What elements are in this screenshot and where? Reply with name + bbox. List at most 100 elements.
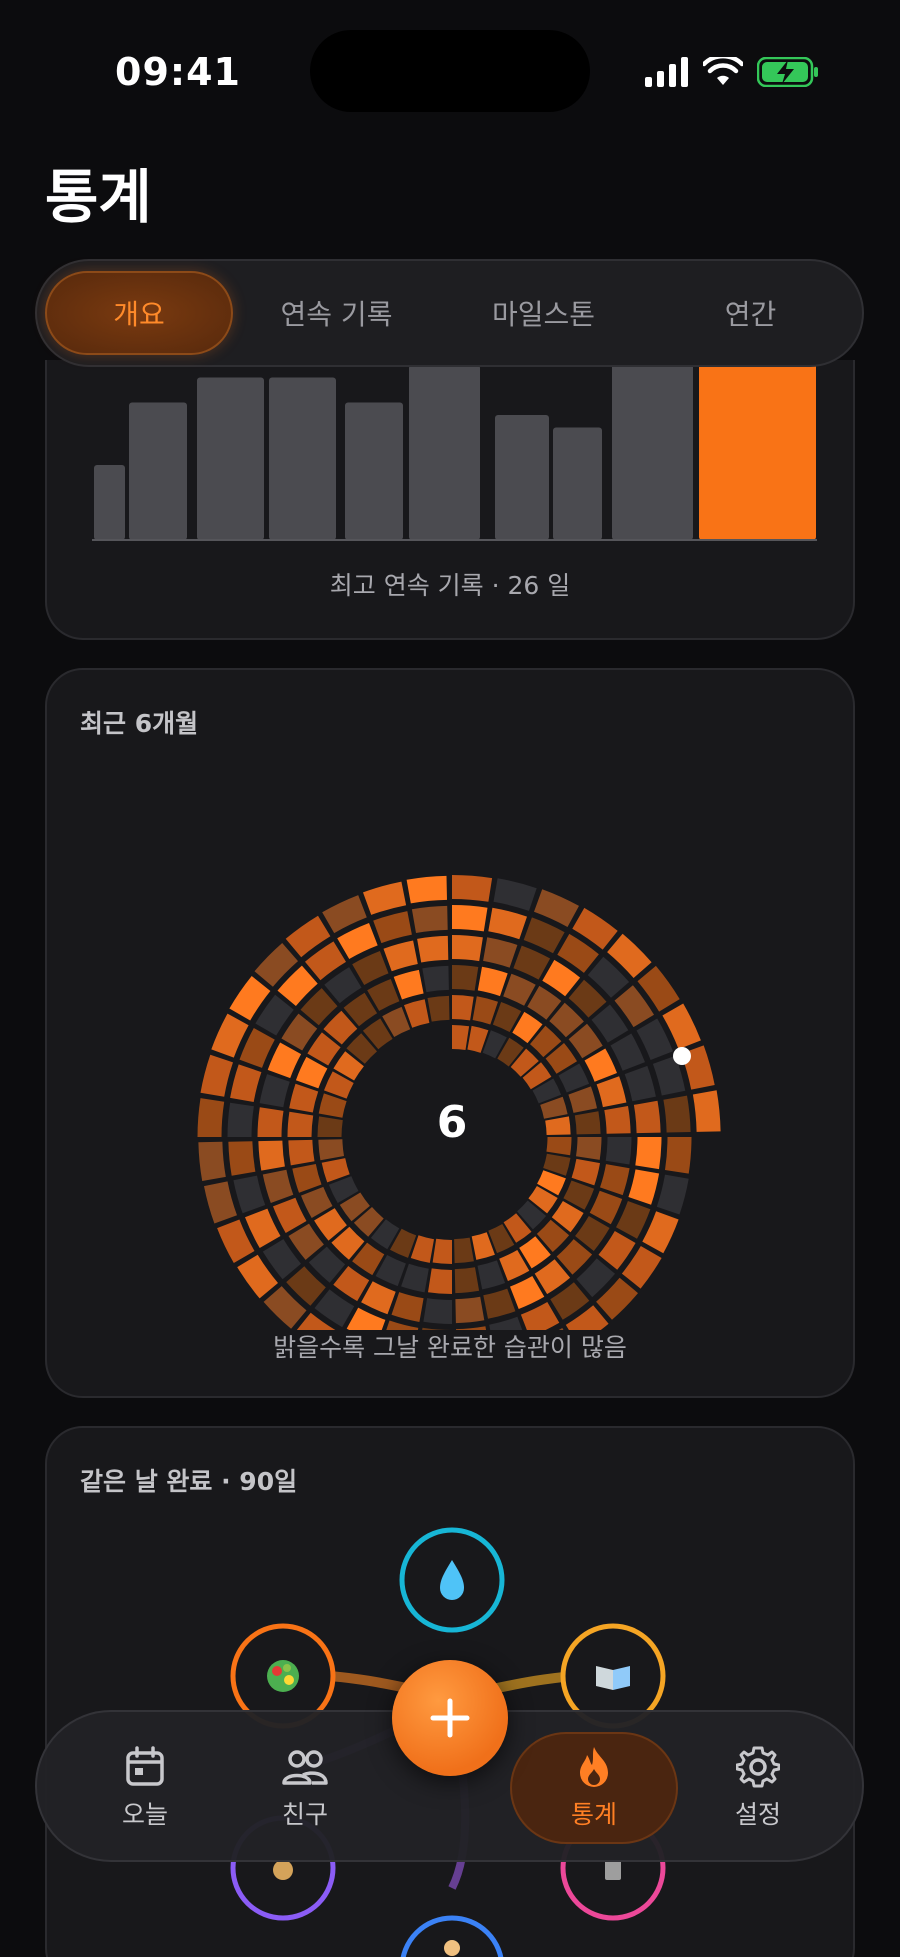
heatmap-day-cell [477,1260,506,1290]
heatmap-day-cell [427,995,450,1022]
heatmap-day-cell [589,1190,623,1225]
heatmap-day-cell [361,1281,396,1315]
streak-bar [612,360,693,540]
heatmap-day-cell [642,1211,679,1254]
heatmap-day-cell [452,935,483,962]
heatmap-day-cell [477,966,508,997]
heatmap-day-cell [452,964,479,991]
heatmap-day-cell [373,911,412,944]
heatmap-day-cell [574,1111,601,1135]
nav-stats[interactable]: 통계 [510,1732,678,1844]
heatmap-day-cell [245,1208,281,1248]
heatmap-day-cell [352,951,389,985]
heatmap-day-cell [571,1158,600,1186]
friends-icon [282,1750,328,1785]
heatmap-day-cell [545,1116,571,1135]
nav-settings-label: 설정 [734,1800,781,1829]
streak-bar [699,360,816,540]
heatmap-day-cell [452,904,488,932]
streak-bar [197,377,264,540]
heatmap-day-cell [546,1137,572,1156]
heatmap-day-cell [656,1174,689,1215]
tab-overview[interactable]: 개요 [45,271,233,355]
heatmap-day-cell [197,1098,225,1137]
streak-bar [409,365,480,540]
heatmap-day-cell [596,1076,627,1108]
heatmap-day-cell [258,1140,285,1171]
heatmap-title: 최근 6개월 [80,709,199,738]
calendar-icon [126,1746,164,1786]
heatmap-day-cell [239,1028,275,1068]
heatmap-day-cell [624,1065,656,1102]
wifi-icon [703,57,743,85]
heatmap-legend-text: 밝을수록 그날 완료한 습관이 많음 [273,1333,627,1362]
heatmap-day-cell [568,1086,597,1113]
heatmap-day-cell [288,1139,315,1166]
heatmap-day-cell [692,1090,721,1132]
heatmap-day-cell [616,1201,651,1239]
heatmap-day-cell [289,1083,319,1113]
heatmap-day-cell [488,907,527,940]
heatmap-day-cell [452,875,493,902]
nav-settings[interactable]: 설정 [683,1732,833,1844]
signal-icon [645,57,688,87]
meditation-icon [273,1860,293,1880]
heatmap-day-cell [411,905,448,933]
heatmap-day-cell [200,1054,233,1097]
gear-icon [736,1746,780,1788]
nav-friends[interactable]: 친구 [230,1732,380,1844]
heatmap-day-cell [454,1237,474,1264]
heatmap-card: 최근 6개월 6 밝을수록 그날 완료한 습관이 많음 [45,668,855,1398]
heatmap-day-cell [523,917,565,954]
streak-bar [269,377,336,540]
running-icon [444,1940,460,1956]
notebook-icon [605,1860,621,1880]
tab-milestones[interactable]: 마일스톤 [440,271,647,355]
heatmap-day-cell [452,995,474,1021]
flame-icon [580,1747,608,1787]
nav-today[interactable]: 오늘 [70,1732,220,1844]
habit-node-water[interactable] [399,1527,505,1633]
heatmap-day-cell [401,1263,429,1293]
heatmap-day-cell [576,1137,602,1160]
heatmap-day-cell [665,1137,692,1174]
best-streak-text: 최고 연속 기록 · 26 일 [329,571,571,600]
habit-node-running[interactable] [400,1915,504,1957]
heatmap-day-cell [633,1100,661,1134]
heatmap-day-cell [204,1181,237,1224]
add-habit-button[interactable] [392,1660,508,1776]
heatmap-day-cell [635,1137,662,1170]
heatmap-day-cell [483,1288,516,1319]
heatmap-day-cell [267,1042,302,1079]
streak-bar [553,427,602,540]
heatmap-day-cell [605,1137,632,1165]
heatmap-day-cell [383,940,418,972]
heatmap-day-cell [452,1025,470,1050]
streak-bar [495,415,549,540]
heatmap-day-cell [230,1064,262,1102]
status-time: 09:41 [115,50,241,94]
heatmap-day-cell [337,923,378,959]
stats-tab-bar: 개요 연속 기록 마일스톤 연간 [35,259,864,367]
heatmap-day-cell [423,1298,452,1324]
heatmap-day-cell [406,875,447,904]
heatmap-day-cell [628,1169,660,1205]
dynamic-island [310,30,590,112]
heatmap-day-cell [604,1106,631,1134]
heatmap-day-cell [454,1267,480,1294]
heatmap-day-cell [228,1141,256,1176]
heatmap-day-cell [227,1102,254,1137]
spiral-heatmap: 6 [197,875,721,1330]
streak-bar [94,465,125,540]
status-bar: 09:41 [0,0,900,140]
heatmap-day-cell [455,1296,485,1324]
heatmap-day-cell [292,1164,322,1193]
streak-bar [129,402,187,540]
heatmap-day-cell [417,935,449,963]
heatmap-day-cell [391,1292,424,1322]
heatmap-day-cell [422,965,449,993]
heatmap-day-cell [257,1107,284,1137]
streak-card: 최고 연속 기록 · 26 일 [45,360,855,640]
tab-yearly[interactable]: 연간 [647,271,854,355]
tab-streaks[interactable]: 연속 기록 [233,271,440,355]
